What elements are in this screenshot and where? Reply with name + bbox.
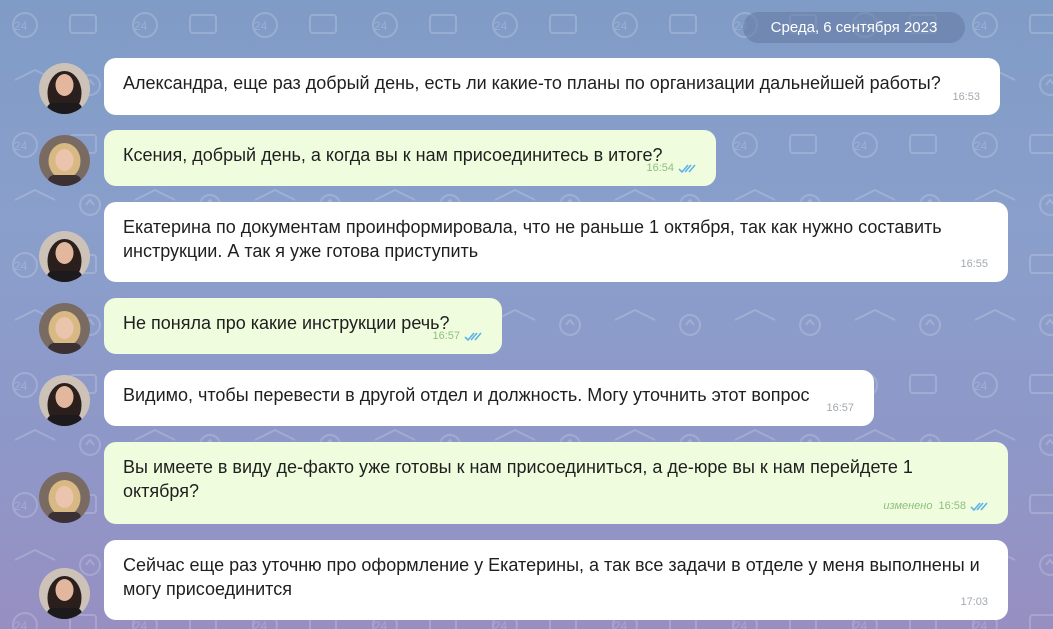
message-bubble-incoming[interactable]: Видимо, чтобы перевести в другой отдел и… <box>104 370 874 426</box>
message-meta: изменено 16:58 <box>883 494 988 518</box>
message-meta: 17:03 <box>960 590 988 614</box>
message-meta: 16:55 <box>960 252 988 276</box>
message-meta: 16:57 <box>432 324 482 348</box>
message-time: 16:55 <box>960 258 988 270</box>
avatar-woman-blonde-icon <box>39 472 90 523</box>
message-meta: 16:57 <box>826 396 854 420</box>
avatar-woman-blonde-icon <box>39 303 90 354</box>
double-check-icon <box>970 501 988 511</box>
sender-avatar[interactable] <box>39 568 90 619</box>
avatar-woman-dark-hair-icon <box>39 568 90 619</box>
message-text: Не поняла про какие инструкции речь? <box>123 313 450 333</box>
avatar-woman-blonde-icon <box>39 135 90 186</box>
message-meta: 16:53 <box>952 85 980 109</box>
message-meta: 16:54 <box>646 156 696 180</box>
sender-avatar[interactable] <box>39 231 90 282</box>
double-check-icon <box>678 163 696 173</box>
message-time: 16:57 <box>826 402 854 414</box>
sender-avatar[interactable] <box>39 375 90 426</box>
message-bubble-incoming[interactable]: Сейчас еще раз уточню про оформление у Е… <box>104 540 1008 620</box>
edited-label: изменено <box>883 500 933 512</box>
message-time: 16:58 <box>938 500 966 512</box>
avatar-woman-dark-hair-icon <box>39 231 90 282</box>
avatar-woman-dark-hair-icon <box>39 63 90 114</box>
message-bubble-outgoing[interactable]: Не поняла про какие инструкции речь? 16:… <box>104 298 502 354</box>
double-check-icon <box>464 331 482 341</box>
message-time: 16:54 <box>646 162 674 174</box>
message-text: Александра, еще раз добрый день, есть ли… <box>123 73 941 93</box>
message-bubble-incoming[interactable]: Екатерина по документам проинформировала… <box>104 202 1008 282</box>
sender-avatar[interactable] <box>39 63 90 114</box>
message-bubble-outgoing[interactable]: Вы имеете в виду де-факто уже готовы к н… <box>104 442 1008 524</box>
message-text: Ксения, добрый день, а когда вы к нам пр… <box>123 145 663 165</box>
message-text: Видимо, чтобы перевести в другой отдел и… <box>123 385 810 405</box>
date-separator-label: Среда, 6 сентября 2023 <box>770 19 938 36</box>
sender-avatar[interactable] <box>39 472 90 523</box>
message-time: 16:57 <box>432 330 460 342</box>
message-text: Вы имеете в виду де-факто уже готовы к н… <box>123 457 913 501</box>
message-time: 17:03 <box>960 596 988 608</box>
message-text: Сейчас еще раз уточню про оформление у Е… <box>123 555 980 599</box>
message-time: 16:53 <box>952 91 980 103</box>
sender-avatar[interactable] <box>39 135 90 186</box>
message-text: Екатерина по документам проинформировала… <box>123 217 942 261</box>
message-bubble-outgoing[interactable]: Ксения, добрый день, а когда вы к нам пр… <box>104 130 716 186</box>
message-bubble-incoming[interactable]: Александра, еще раз добрый день, есть ли… <box>104 58 1000 115</box>
sender-avatar[interactable] <box>39 303 90 354</box>
date-separator: Среда, 6 сентября 2023 <box>743 12 965 43</box>
avatar-woman-dark-hair-icon <box>39 375 90 426</box>
